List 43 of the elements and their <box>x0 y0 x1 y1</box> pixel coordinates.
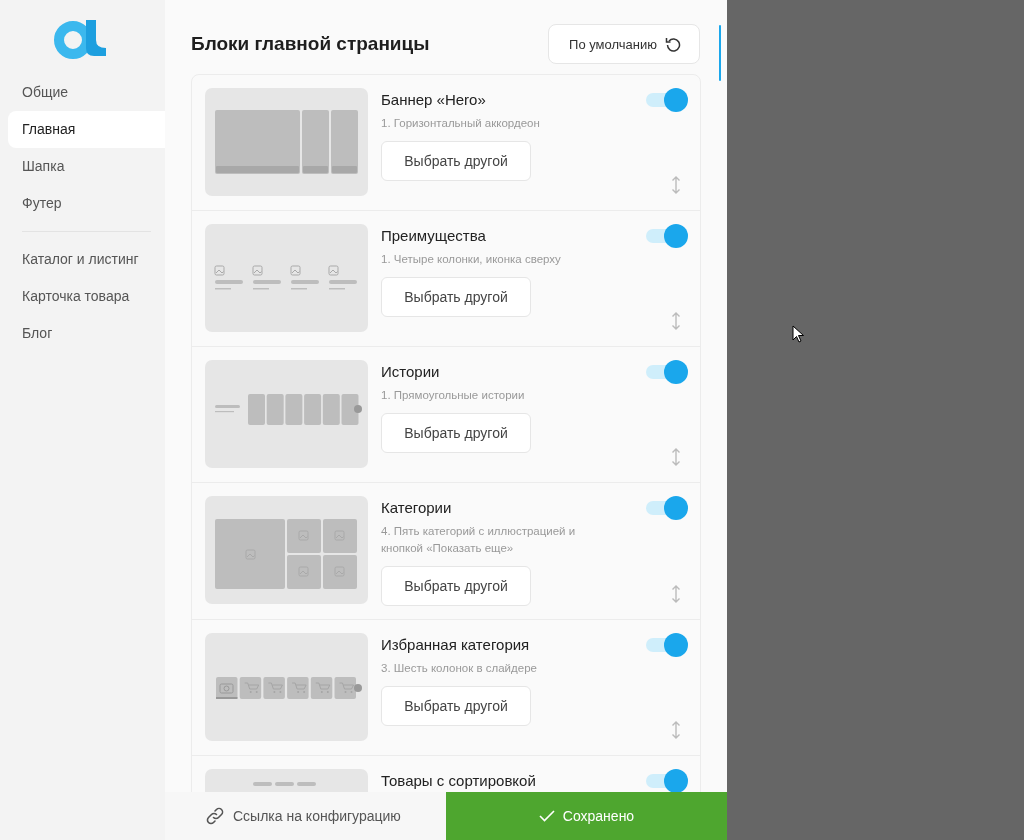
sidebar-item[interactable]: Главная <box>8 111 165 148</box>
block-title: Баннер «Hero» <box>381 92 486 108</box>
drag-handle-icon[interactable] <box>671 721 681 739</box>
choose-button[interactable]: Выбрать другой <box>381 686 531 726</box>
page-title: Блоки главной страницы <box>191 33 430 55</box>
sidebar-item[interactable]: Общие <box>8 74 165 111</box>
toggle-switch[interactable] <box>646 633 688 657</box>
sidebar-item[interactable]: Каталог и листинг <box>8 241 165 278</box>
sidebar-item[interactable]: Блог <box>8 315 165 352</box>
link-icon <box>205 806 225 826</box>
drag-handle-icon[interactable] <box>671 448 681 466</box>
block-subtitle: 1. Прямоугольные истории <box>381 388 526 403</box>
toggle-switch[interactable] <box>646 224 688 248</box>
choose-button[interactable]: Выбрать другой <box>381 566 531 606</box>
toggle-switch[interactable] <box>646 496 688 520</box>
choose-button[interactable]: Выбрать другой <box>381 413 531 453</box>
block-title: Истории <box>381 364 440 380</box>
block-title: Товары с сортировкой <box>381 773 536 789</box>
toggle-switch[interactable] <box>646 360 688 384</box>
toggle-switch[interactable] <box>646 769 688 792</box>
block-title: Избранная категория <box>381 637 530 653</box>
reset-button[interactable]: По умолчанию <box>548 24 700 64</box>
block-title: Категории <box>381 500 452 516</box>
toggle-switch[interactable] <box>646 88 688 112</box>
drag-handle-icon[interactable] <box>671 312 681 330</box>
choose-button[interactable]: Выбрать другой <box>381 141 531 181</box>
block-subtitle: 1. Четыре колонки, иконка сверху <box>381 252 562 267</box>
drag-handle-icon[interactable] <box>671 585 681 603</box>
reset-icon <box>665 36 681 52</box>
block-title: Преимущества <box>381 228 486 244</box>
sidebar-item[interactable]: Футер <box>8 185 165 222</box>
logo-icon <box>52 18 108 60</box>
block-subtitle: 3. Шесть колонок в слайдере <box>381 661 538 676</box>
link-label[interactable]: Ссылка на конфигурацию <box>233 808 401 824</box>
check-icon <box>538 810 555 822</box>
sidebar-item[interactable]: Шапка <box>8 148 165 185</box>
sidebar-item[interactable]: Карточка товара <box>8 278 165 315</box>
drag-handle-icon[interactable] <box>671 176 681 194</box>
block-subtitle: 4. Пять категорий с иллюстрацией и кнопкой «Показать еще» <box>381 524 577 556</box>
scrollbar[interactable] <box>719 25 721 81</box>
choose-button[interactable]: Выбрать другой <box>381 277 531 317</box>
block-subtitle: 1. Горизонтальный аккордеон <box>381 116 541 131</box>
cursor-icon <box>792 325 804 343</box>
